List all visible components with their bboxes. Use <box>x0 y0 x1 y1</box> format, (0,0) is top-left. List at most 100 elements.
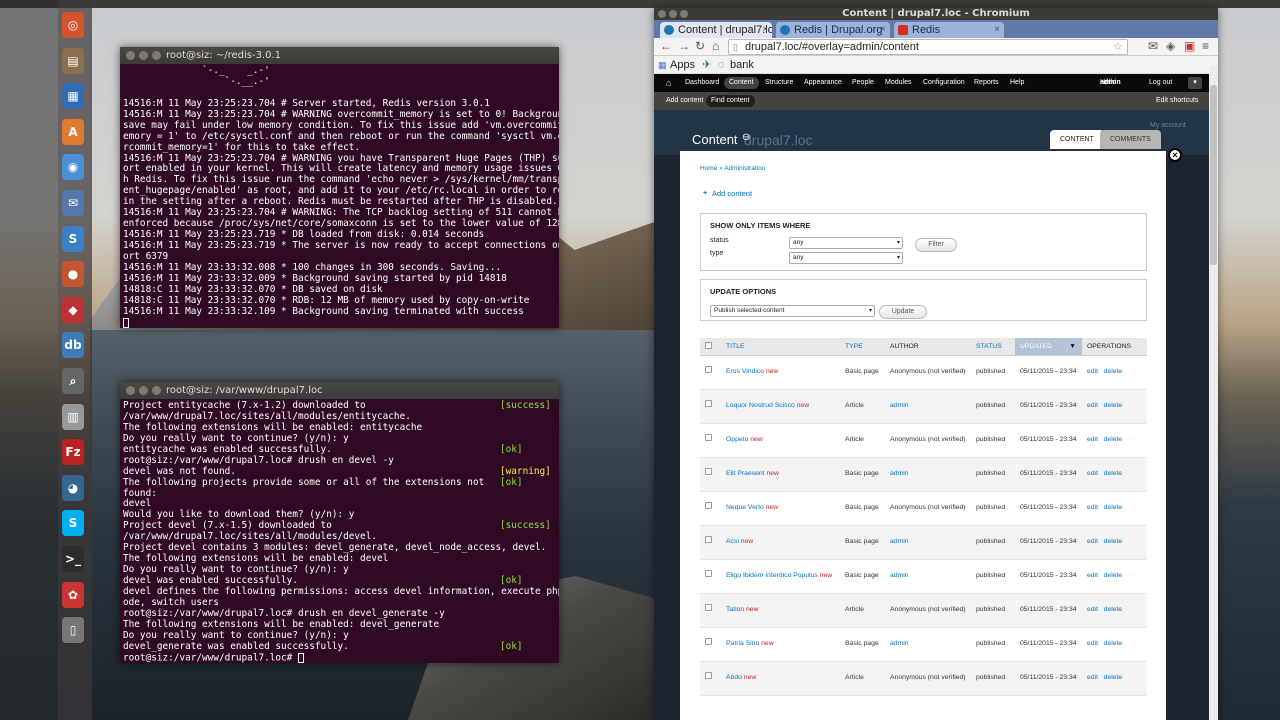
close-icon[interactable] <box>126 386 135 395</box>
edit-link[interactable]: edit <box>1087 606 1098 613</box>
mail-icon[interactable]: ✉ <box>62 190 84 216</box>
close-tab-icon[interactable]: × <box>994 22 1000 38</box>
toolbar-structure[interactable]: Structure <box>765 74 793 92</box>
logout-link[interactable]: Log out <box>1149 74 1172 92</box>
redis-extension-icon[interactable]: ▣ <box>1184 39 1195 53</box>
row-select-cell[interactable] <box>700 593 721 628</box>
row-checkbox[interactable] <box>705 366 712 374</box>
row-select-cell[interactable] <box>700 525 721 560</box>
app-icon[interactable]: S <box>62 225 84 252</box>
filezilla-icon[interactable]: Fz <box>62 439 84 466</box>
chromium-icon[interactable]: ◉ <box>62 154 84 181</box>
author-name[interactable]: admin <box>890 538 909 545</box>
row-select-cell[interactable] <box>700 491 721 526</box>
node-title-link[interactable]: Elit Praesent <box>726 470 765 477</box>
trash-icon[interactable]: ▯ <box>62 617 84 644</box>
toolbar-dashboard[interactable]: Dashboard <box>685 74 719 92</box>
header-title[interactable]: TITLE <box>721 338 840 356</box>
header-status[interactable]: STATUS <box>971 338 1015 356</box>
bookmark-apps[interactable]: Apps <box>670 56 695 74</box>
delete-link[interactable]: delete <box>1104 674 1123 681</box>
node-title-link[interactable]: Patria Sino <box>726 640 759 647</box>
terminal-titlebar[interactable]: root@siz: ~/redis-3.0.1 <box>120 47 559 64</box>
author-name[interactable]: admin <box>890 640 909 647</box>
row-checkbox[interactable] <box>705 570 712 578</box>
node-title-link[interactable]: Loquor Nostrud Scisco <box>726 402 795 409</box>
delete-link[interactable]: delete <box>1104 606 1123 613</box>
node-title-link[interactable]: Abdo <box>726 674 742 681</box>
terminal-output[interactable]: Project entitycache (7.x-1.2) downloaded… <box>120 399 559 664</box>
sheet-icon[interactable]: ▥ <box>62 403 84 430</box>
select-all-checkbox[interactable] <box>705 341 712 349</box>
extension-icon[interactable]: ◈ <box>1166 39 1175 53</box>
bookmark-bank[interactable]: bank <box>730 56 754 74</box>
edit-link[interactable]: edit <box>1087 470 1098 477</box>
row-select-cell[interactable] <box>700 457 721 492</box>
select-all-header[interactable] <box>700 338 721 356</box>
search-tool-icon[interactable]: ⌕ <box>62 368 84 394</box>
toolbar-configuration[interactable]: Configuration <box>923 74 965 92</box>
row-select-cell[interactable] <box>700 559 721 594</box>
row-select-cell[interactable] <box>700 423 721 458</box>
close-icon[interactable] <box>126 51 135 60</box>
close-tab-icon[interactable]: × <box>880 22 886 38</box>
header-updated[interactable]: UPDATED ▼ <box>1015 338 1082 356</box>
maximize-icon[interactable] <box>152 51 161 60</box>
back-icon[interactable]: ← <box>660 39 672 53</box>
header-type[interactable]: TYPE <box>840 338 885 356</box>
toolbar-toggle-icon[interactable]: ▾ <box>1188 77 1202 89</box>
filter-button[interactable]: Filter <box>915 238 957 252</box>
delete-link[interactable]: delete <box>1104 640 1123 647</box>
terminal-redis-window[interactable]: root@siz: ~/redis-3.0.1 `-._ _.-' `-.__.… <box>120 47 559 328</box>
row-checkbox[interactable] <box>705 502 712 510</box>
shortcut-find-content[interactable]: Find content <box>706 95 755 107</box>
minimize-icon[interactable] <box>139 51 148 60</box>
writer-icon[interactable]: ▦ <box>62 83 84 110</box>
maximize-icon[interactable] <box>680 10 688 18</box>
address-bar[interactable]: ▯ drupal7.loc/#overlay=admin/content ☆ <box>728 39 1128 55</box>
delete-link[interactable]: delete <box>1104 538 1123 545</box>
delete-link[interactable]: delete <box>1104 572 1123 579</box>
node-title-link[interactable]: Eligo Ibidem Interdico Populus <box>726 572 818 579</box>
close-icon[interactable] <box>658 10 666 18</box>
edit-link[interactable]: edit <box>1087 572 1098 579</box>
browser-scrollbar[interactable] <box>1209 65 1218 720</box>
menu-icon[interactable]: ≡ <box>1202 39 1209 53</box>
row-checkbox[interactable] <box>705 400 712 408</box>
toolbar-modules[interactable]: Modules <box>885 74 911 92</box>
type-select[interactable]: any ▾ <box>789 252 903 264</box>
row-select-cell[interactable] <box>700 355 721 390</box>
tab-redis[interactable]: Redis × <box>894 22 1004 38</box>
browser-titlebar[interactable]: Content | drupal7.loc - Chromium <box>654 8 1218 20</box>
edit-link[interactable]: edit <box>1087 538 1098 545</box>
software-center-icon[interactable]: A <box>62 118 84 145</box>
delete-link[interactable]: delete <box>1104 470 1123 477</box>
row-checkbox[interactable] <box>705 638 712 646</box>
star-icon[interactable]: ☆ <box>1113 40 1123 54</box>
files-icon[interactable]: ▤ <box>62 47 84 74</box>
home-icon[interactable]: ⌂ <box>712 39 719 53</box>
row-select-cell[interactable] <box>700 627 721 662</box>
shortcut-add-content[interactable]: Add content <box>666 92 703 110</box>
bookmark-bird-icon[interactable]: ✈ <box>702 56 711 74</box>
edit-link[interactable]: edit <box>1087 504 1098 511</box>
terminal-output[interactable]: `-._ _.-' `-.__.-' 14516:M 11 May 23:25:2… <box>120 64 559 329</box>
tab-content[interactable]: CONTENT <box>1050 130 1104 149</box>
scrollbar-thumb[interactable] <box>1210 85 1217 265</box>
author-name[interactable]: admin <box>890 402 909 409</box>
status-select[interactable]: any ▾ <box>789 237 903 249</box>
update-select[interactable]: Publish selected content ▾ <box>710 305 875 317</box>
edit-link[interactable]: edit <box>1087 436 1098 443</box>
postgres-icon[interactable]: ◕ <box>62 474 84 501</box>
edit-link[interactable]: edit <box>1087 640 1098 647</box>
settings-icon[interactable]: ✿ <box>62 581 84 608</box>
breadcrumb[interactable]: Home » Administration <box>700 165 765 172</box>
row-checkbox[interactable] <box>705 604 712 612</box>
edit-link[interactable]: edit <box>1087 368 1098 375</box>
my-account-link[interactable]: My account <box>1150 122 1186 129</box>
row-select-cell[interactable] <box>700 661 721 696</box>
minimize-icon[interactable] <box>669 10 677 18</box>
delete-link[interactable]: delete <box>1104 504 1123 511</box>
tab-redis-drupal[interactable]: Redis | Drupal.org × <box>776 22 890 38</box>
row-checkbox[interactable] <box>705 434 712 442</box>
